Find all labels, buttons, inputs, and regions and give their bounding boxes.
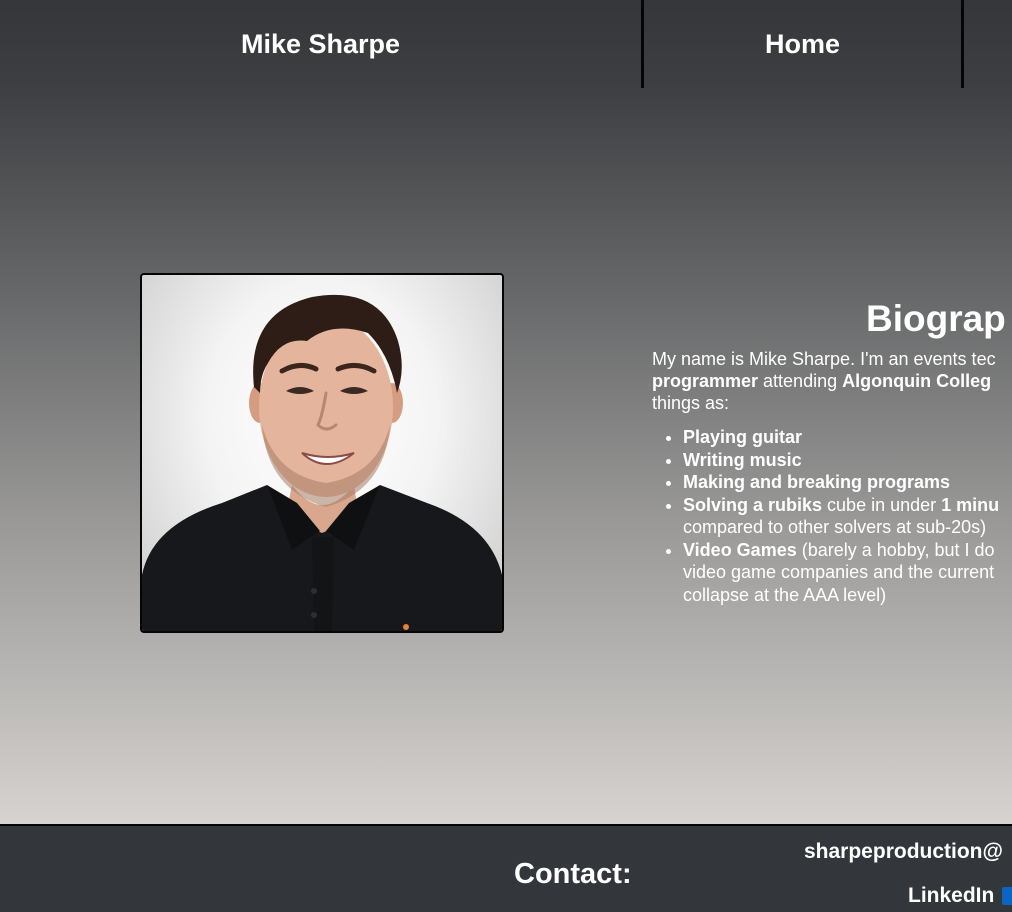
profile-photo xyxy=(140,273,504,633)
profile-photo-illustration xyxy=(142,294,502,631)
hobby-text: (barely a hobby, but I do xyxy=(796,539,995,560)
site-header: Mike Sharpe Home xyxy=(0,0,1012,88)
linkedin-link[interactable]: LinkedIn xyxy=(908,884,1012,908)
hobbies-list: Playing guitar Writing music Making and … xyxy=(652,426,1012,606)
hobby-text: video game companies and the current xyxy=(683,562,995,582)
hobby-emphasis: 1 minu xyxy=(941,494,1000,515)
hobby-title: Playing guitar xyxy=(683,427,803,447)
list-item: Solving a rubiks cube in under 1 minucom… xyxy=(683,494,1012,539)
list-item: Writing music xyxy=(683,449,1012,472)
linkedin-icon xyxy=(1002,887,1012,905)
hobby-title: Making and breaking programs xyxy=(683,472,951,492)
biography-section: Biograp My name is Mike Sharpe. I'm an e… xyxy=(652,296,1012,606)
list-item: Video Games (barely a hobby, but I dovid… xyxy=(683,539,1012,607)
hobby-text: compared to other solvers at sub-20s) xyxy=(683,517,987,537)
list-item: Playing guitar xyxy=(683,426,1012,449)
intro-text: My name is Mike Sharpe. I'm an events te… xyxy=(652,349,996,369)
hobby-title: Solving a rubiks xyxy=(683,494,823,515)
intro-text: things as: xyxy=(652,393,730,413)
list-item: Making and breaking programs xyxy=(683,471,1012,494)
main-content: Biograp My name is Mike Sharpe. I'm an e… xyxy=(0,88,1012,824)
hobby-text: cube in under xyxy=(822,494,942,515)
intro-college: Algonquin Colleg xyxy=(842,371,992,391)
linkedin-label: LinkedIn xyxy=(908,884,995,907)
intro-text: attending xyxy=(758,371,843,391)
intro-programmer: programmer xyxy=(652,371,759,391)
nav-divider xyxy=(961,0,964,88)
contact-email[interactable]: sharpeproduction@ xyxy=(804,840,1003,864)
nav-home-link[interactable]: Home xyxy=(644,0,961,88)
contact-heading: Contact: xyxy=(514,858,632,890)
biography-intro: My name is Mike Sharpe. I'm an events te… xyxy=(652,348,1012,414)
hobby-title: Writing music xyxy=(683,449,802,470)
biography-heading: Biograp xyxy=(866,298,1006,339)
hobby-text: collapse at the AAA level) xyxy=(683,584,887,605)
hobby-title: Video Games xyxy=(683,539,797,560)
site-footer: Contact: sharpeproduction@ LinkedIn xyxy=(0,824,1012,912)
site-brand[interactable]: Mike Sharpe xyxy=(0,0,641,88)
